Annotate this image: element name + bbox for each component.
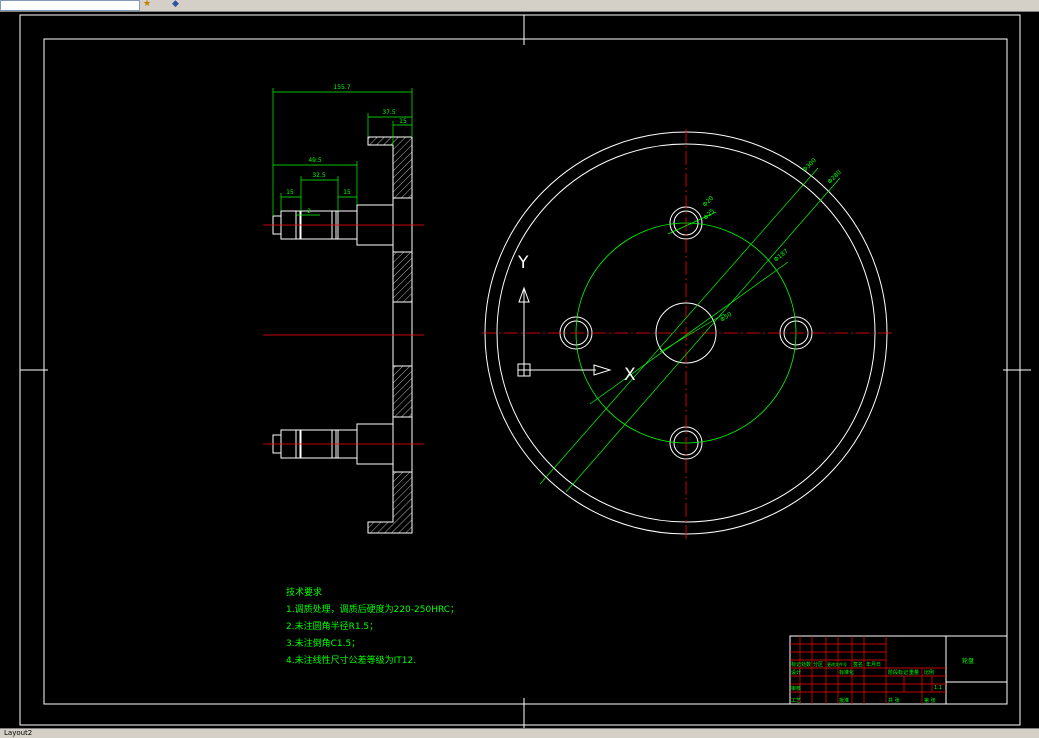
- side-view-dimensions: [272, 88, 413, 216]
- tb-review: 审核: [791, 685, 801, 692]
- gear-icon[interactable]: ◆: [172, 0, 182, 9]
- tb-weight: 重量: [909, 669, 919, 676]
- dim-hole-small: Φ20: [701, 195, 715, 209]
- tb-design: 设计: [791, 669, 801, 676]
- notes-title: 技术要求: [286, 586, 322, 598]
- dim-hole-ring: Φ25: [702, 208, 716, 222]
- dim-shaft-mid: 32.5: [312, 172, 326, 179]
- tb-scale: 比例: [924, 669, 934, 676]
- tb-sheets: 共 张: [888, 697, 900, 704]
- ucs-x-label: X: [624, 365, 636, 385]
- tb-stage-mark: 阶段标记: [888, 669, 908, 676]
- tb-approve: 批准: [839, 697, 849, 704]
- drawing-frame: [19, 14, 1031, 728]
- dim-flange-small: 15: [399, 118, 407, 125]
- title-block-grid: [790, 636, 946, 704]
- dim-step-left: 15: [286, 189, 294, 196]
- tb-count: 处数: [801, 661, 811, 668]
- technical-notes: 技术要求 1.调质处理，调质后硬度为220-250HRC； 2.未注圆角半径R1…: [286, 586, 459, 666]
- side-view: 155.7 37.5 15 49.5 32.5 15 15 2: [263, 84, 424, 534]
- dim-step-right: 15: [343, 189, 351, 196]
- title-block: 标记 处数 分区 更改文件号 签名 年月日 设计 标准化 阶段标记 重量 比例 …: [789, 635, 1008, 705]
- tb-change-doc: 更改文件号: [827, 661, 847, 667]
- tb-signature: 签名: [853, 661, 863, 668]
- front-view: Φ300 Φ280 Φ20 Φ25 Φ187 Φ50 Y X: [482, 129, 892, 539]
- note-item-4: 4.未注线性尺寸公差等级为IT12.: [286, 654, 416, 666]
- dim-ring-d: Φ280: [826, 169, 843, 186]
- drawing-canvas[interactable]: 155.7 37.5 15 49.5 32.5 15 15 2 Φ300 Φ28…: [0, 12, 1039, 728]
- tb-zone: 分区: [813, 661, 823, 668]
- dim-overall: 155.7: [333, 84, 350, 91]
- dim-flange: 37.5: [382, 109, 396, 116]
- note-item-2: 2.未注圆角半径R1.5；: [286, 620, 378, 632]
- tb-sheet: 第 张: [924, 697, 936, 704]
- dim-shaft-len: 49.5: [308, 157, 322, 164]
- layer-icon[interactable]: ★: [143, 0, 153, 9]
- toolbar: ★ ◆: [0, 0, 1039, 12]
- ucs-y-label: Y: [517, 253, 529, 273]
- dim-pitch-d: Φ187: [773, 248, 790, 264]
- tb-process: 工艺: [791, 698, 801, 704]
- tb-scale-value: 1:1: [934, 685, 942, 691]
- note-item-1: 1.调质处理，调质后硬度为220-250HRC；: [286, 603, 459, 615]
- tb-marker: 标记: [791, 661, 801, 668]
- dim-center-hole: Φ50: [719, 311, 733, 324]
- front-view-dimensions: [539, 167, 841, 493]
- dim-groove: 2: [307, 208, 311, 215]
- layer-field[interactable]: [0, 0, 140, 11]
- tb-date: 年月日: [866, 661, 881, 668]
- tb-part-name: 轮盘: [962, 657, 974, 665]
- front-view-centerlines: [482, 129, 892, 539]
- tb-standardize: 标准化: [839, 669, 854, 676]
- note-item-3: 3.未注倒角C1.5；: [286, 637, 360, 649]
